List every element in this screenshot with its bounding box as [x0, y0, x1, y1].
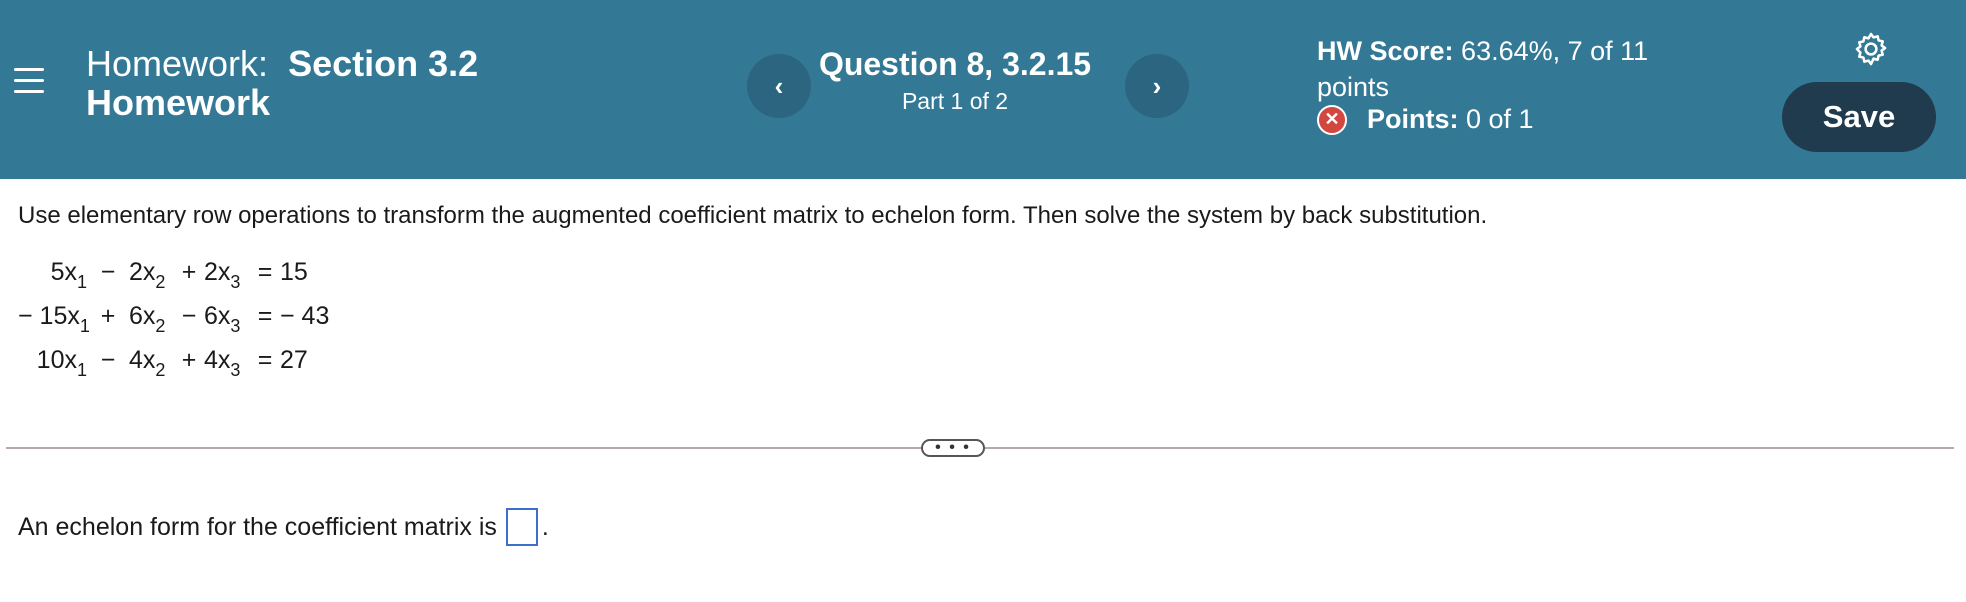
gear-icon[interactable]: [1852, 30, 1890, 68]
hw-score-label: HW Score:: [1317, 36, 1454, 66]
hw-score: HW Score: 63.64%, 7 of 11 points: [1317, 33, 1707, 105]
points-label: Points:: [1367, 104, 1459, 134]
homework-title: Homework: Section 3.2 Homework: [86, 44, 606, 122]
points-value: 0 of 1: [1466, 104, 1534, 134]
question-instructions: Use elementary row operations to transfo…: [18, 202, 1488, 229]
answer-prompt-period: .: [541, 512, 549, 541]
question-part: Part 1 of 2: [901, 88, 1009, 114]
question-points: ✕ Points: 0 of 1: [1317, 104, 1534, 135]
header-bar: Homework: Section 3.2 Homework ‹ Questio…: [0, 0, 1966, 179]
hw-score-value: 63.64%, 7 of 11: [1461, 36, 1649, 66]
incorrect-x-icon: ✕: [1317, 104, 1347, 135]
chevron-right-icon: ›: [1152, 70, 1162, 101]
pane-resize-handle[interactable]: • • •: [921, 439, 985, 457]
previous-question-button[interactable]: ‹: [747, 54, 811, 118]
answer-prompt: An echelon form for the coefficient matr…: [18, 508, 549, 546]
homework-section: Section 3.2: [288, 43, 479, 84]
equation-row-3: 10x1 − 4x2 + 4x3 = 27: [36, 346, 308, 380]
next-question-button[interactable]: ›: [1125, 54, 1189, 118]
save-button[interactable]: Save: [1782, 82, 1936, 152]
homework-label: Homework:: [86, 43, 269, 84]
homework-section-line2: Homework: [86, 82, 271, 123]
hw-score-value-line2: points: [1317, 72, 1390, 102]
equation-system: 5x1 − 2x2 + 2x3 = 15 − 15x1 + 6x2 − 6x3 …: [18, 258, 329, 390]
answer-prompt-text: An echelon form for the coefficient matr…: [18, 512, 497, 541]
question-title: Question 8, 3.2.15: [818, 46, 1092, 82]
answer-input-box[interactable]: [505, 508, 538, 546]
equation-row-1: 5x1 − 2x2 + 2x3 = 15: [50, 258, 308, 292]
chevron-left-icon: ‹: [774, 70, 784, 101]
hamburger-menu-icon[interactable]: [14, 66, 44, 96]
equation-row-2: − 15x1 + 6x2 − 6x3 = − 43: [18, 302, 330, 336]
